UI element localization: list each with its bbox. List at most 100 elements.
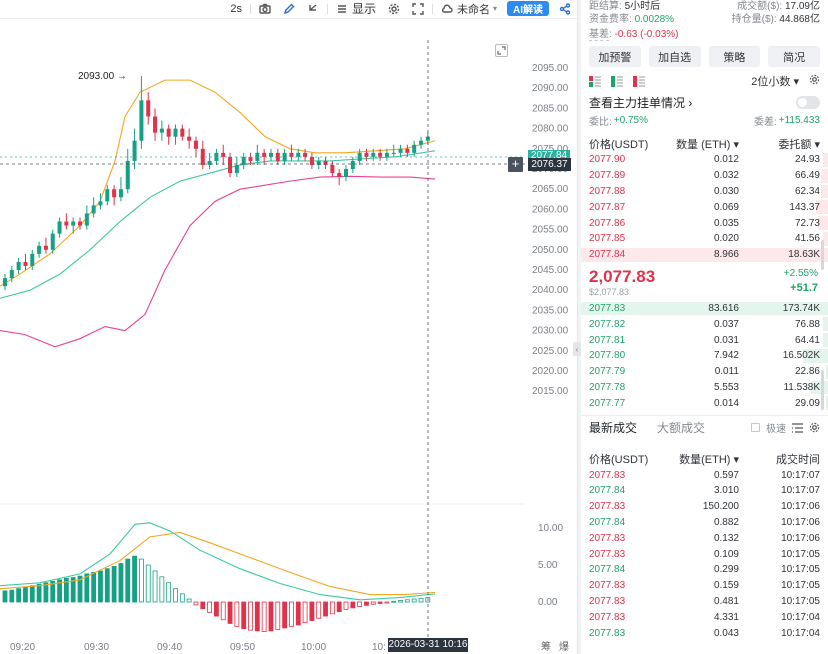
macd-tick-label: 0.00 [538, 597, 558, 608]
ob-qty-header[interactable]: 数量 (ETH) ▾ [669, 136, 739, 152]
macd-histogram-bar [289, 601, 294, 627]
cloud-icon [441, 4, 453, 13]
macd-histogram-bar [173, 588, 178, 603]
depth-bar [820, 168, 828, 183]
chip-label[interactable]: 筹 [541, 638, 551, 653]
macd-histogram-bar [309, 601, 315, 621]
bid-row[interactable]: 2077.80 7.942 16.502K [581, 348, 828, 364]
trade-row[interactable]: 2077.84 0.299 10:17:05 [581, 562, 828, 578]
bid-row[interactable]: 2077.83 83.616 173.74K [581, 301, 828, 317]
macd-histogram-bar [159, 576, 165, 603]
trade-price: 2077.83 [589, 501, 626, 513]
ask-row[interactable]: 2077.87 0.069 143.37 [581, 199, 828, 215]
macd-histogram-bar [104, 568, 110, 603]
share-icon[interactable] [553, 0, 577, 17]
trade-row[interactable]: 2077.84 3.010 10:17:07 [581, 483, 828, 499]
liquidation-label[interactable]: 爆 [559, 638, 569, 653]
orderbook-scrollbar-lower[interactable] [821, 370, 824, 410]
camera-icon[interactable] [253, 0, 277, 17]
trade-row[interactable]: 2077.83 0.159 10:17:05 [581, 578, 828, 594]
fullscreen-icon[interactable] [406, 0, 430, 17]
candle-body [16, 261, 21, 270]
price-tick-label: 2025.00 [532, 346, 569, 357]
display-label: 显示 [351, 2, 376, 16]
candle-body [98, 201, 103, 206]
ask-row[interactable]: 2077.89 0.032 66.49 [581, 168, 828, 184]
orderbook-scrollbar[interactable] [821, 240, 824, 270]
orderbook-both-icon[interactable] [589, 75, 601, 87]
undo-icon[interactable] [301, 0, 325, 17]
order-amount: 41.56 [794, 233, 820, 245]
main-orders-link[interactable]: 查看主力挂单情况 › [589, 94, 692, 111]
macd-histogram-bar [207, 601, 213, 613]
ai-analysis-button[interactable]: AI解读 [507, 1, 549, 16]
add-watchlist-button[interactable]: 加自选 [648, 46, 701, 67]
candle-body [412, 144, 417, 153]
ask-row[interactable]: 2077.88 0.030 62.34 [581, 184, 828, 200]
bid-row[interactable]: 2077.78 5.553 11.538K [581, 380, 828, 396]
filter-list-icon[interactable] [792, 423, 803, 433]
fast-checkbox[interactable] [751, 423, 760, 433]
orderbook-bids-icon[interactable] [633, 75, 645, 87]
price-tick-label: 2060.00 [532, 204, 569, 215]
trade-row[interactable]: 2077.83 0.109 10:17:05 [581, 546, 828, 562]
main-orders-row[interactable]: 查看主力挂单情况 › [581, 92, 828, 112]
trade-row[interactable]: 2077.83 0.597 10:17:07 [581, 467, 828, 483]
candle-body [118, 189, 123, 198]
ask-row[interactable]: 2077.84 8.966 18.63K [581, 247, 828, 263]
trade-row[interactable]: 2077.83 0.132 10:17:06 [581, 530, 828, 546]
overview-button[interactable]: 简况 [768, 46, 820, 67]
tr-qty-header[interactable]: 数量(ETH) ▾ [669, 451, 739, 467]
candle-body [105, 189, 110, 202]
trade-row[interactable]: 2077.83 4.331 10:17:04 [581, 609, 828, 625]
price-chart[interactable]: 2095.002090.002085.002080.002075.002070.… [0, 19, 577, 654]
strategy-button[interactable]: 策略 [708, 46, 761, 67]
macd-histogram-bar [398, 600, 403, 603]
order-price: 2077.84 [589, 249, 626, 261]
layout-select[interactable]: 未命名 ▾ [435, 0, 503, 17]
display-menu-button[interactable]: 显示 [330, 0, 382, 17]
trade-time: 10:17:06 [781, 516, 820, 528]
ob-amount-header[interactable]: 委托额 ▾ [739, 136, 820, 152]
candle-body [3, 278, 7, 287]
order-qty: 0.035 [713, 217, 739, 229]
trade-time: 10:17:06 [781, 532, 820, 544]
bid-row[interactable]: 2077.81 0.031 64.41 [581, 332, 828, 348]
bid-row[interactable]: 2077.77 0.014 29.09 [581, 395, 828, 411]
decimals-select[interactable]: 2位小数 ▾ [751, 73, 799, 89]
price-tick-label: 2090.00 [532, 83, 569, 94]
orderbook-asks-icon[interactable] [611, 75, 623, 87]
moving-average-lines [0, 79, 436, 348]
bid-row[interactable]: 2077.82 0.037 76.88 [581, 316, 828, 332]
candle-body [337, 173, 342, 178]
order-amount: 18.63K [788, 249, 820, 261]
add-order-plus-icon[interactable]: + [508, 157, 523, 172]
trades-settings-icon[interactable] [809, 422, 820, 433]
trade-row[interactable]: 2077.84 0.882 10:17:06 [581, 515, 828, 531]
settings-gear-icon[interactable] [382, 0, 406, 17]
interval-button[interactable]: 2s [224, 0, 248, 17]
tab-latest-trades[interactable]: 最新成交 [589, 419, 637, 436]
order-qty: 0.020 [713, 233, 739, 245]
layout-name: 未命名 [456, 3, 490, 16]
macd-histogram-bar [316, 601, 322, 619]
trade-row[interactable]: 2077.83 150.200 10:17:06 [581, 499, 828, 515]
pencil-icon[interactable] [277, 0, 301, 17]
trade-row[interactable]: 2077.83 0.043 10:17:04 [581, 625, 828, 641]
ask-row[interactable]: 2077.90 0.012 24.93 [581, 152, 828, 168]
tab-large-trades[interactable]: 大额成交 [657, 419, 705, 436]
trade-row[interactable]: 2077.83 0.481 10:17:05 [581, 594, 828, 610]
macd-histogram-bar [227, 601, 233, 624]
order-qty: 5.553 [713, 381, 739, 393]
macd-histogram-bar [411, 598, 417, 603]
add-alert-button[interactable]: 加预警 [589, 46, 641, 67]
ask-row[interactable]: 2077.85 0.020 41.56 [581, 231, 828, 247]
list-icon [337, 4, 346, 13]
order-qty: 0.069 [713, 201, 739, 213]
collapse-arrow-icon[interactable]: ‹ [573, 342, 581, 356]
main-orders-toggle[interactable] [796, 95, 820, 109]
bid-row[interactable]: 2077.79 0.011 22.86 [581, 364, 828, 380]
gear-icon[interactable] [809, 74, 820, 88]
collapse-icon[interactable] [495, 44, 508, 57]
ask-row[interactable]: 2077.86 0.035 72.73 [581, 215, 828, 231]
